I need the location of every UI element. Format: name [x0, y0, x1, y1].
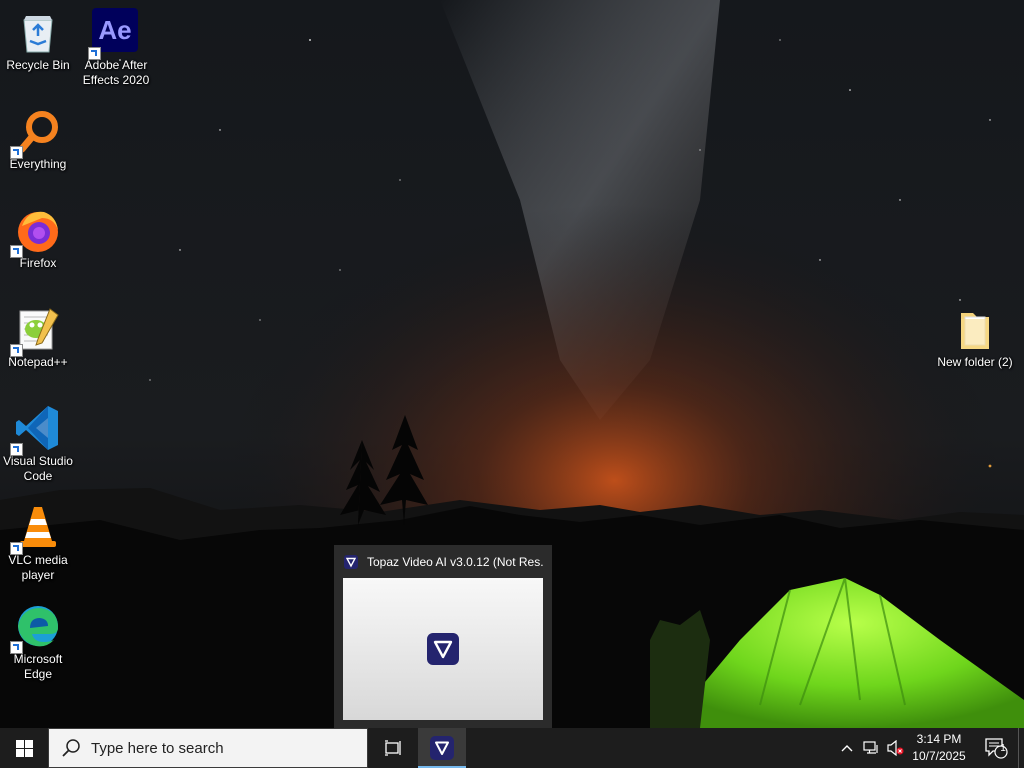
desktop-icon-new-folder[interactable]: New folder (2) [937, 299, 1013, 370]
desktop-icon-label: Visual Studio Code [3, 454, 73, 483]
notification-count-badge: 1 [1000, 743, 1006, 754]
shortcut-arrow-icon [10, 344, 23, 357]
recycle-bin-icon [14, 8, 62, 56]
volume-muted-icon [887, 740, 904, 756]
windows-logo-icon [15, 739, 33, 757]
folder-icon [951, 305, 999, 353]
desktop-icon-after-effects[interactable]: Ae Adobe After Effects 2020 [78, 2, 154, 88]
taskbar-search-box[interactable]: Type here to search [48, 728, 368, 768]
vscode-icon [10, 404, 62, 456]
desktop-icon-recycle-bin[interactable]: Recycle Bin [0, 2, 76, 73]
desktop-icon-label: VLC media player [8, 553, 68, 582]
desktop-icon-label: Recycle Bin [6, 58, 70, 72]
volume-tray-button[interactable] [884, 728, 906, 768]
desktop-icon-edge[interactable]: Microsoft Edge [0, 596, 76, 682]
desktop-icon-firefox[interactable]: Firefox [0, 200, 76, 271]
topaz-video-ai-icon [344, 555, 358, 569]
network-tray-button[interactable] [860, 728, 882, 768]
vlc-cone-icon [10, 503, 62, 555]
topaz-video-ai-icon [430, 736, 454, 760]
everything-magnifier-icon [10, 107, 62, 159]
start-button[interactable] [0, 728, 48, 768]
clock-time: 3:14 PM [916, 732, 962, 746]
taskbar: Type here to search 3:14 PM 10/7/2025 1 [0, 728, 1024, 768]
shortcut-arrow-icon [88, 47, 101, 60]
desktop-icon-label: Notepad++ [8, 355, 68, 369]
after-effects-glyph: Ae [92, 8, 138, 52]
shortcut-arrow-icon [10, 641, 23, 654]
desktop-icon-label: New folder (2) [937, 355, 1013, 369]
taskbar-clock[interactable]: 3:14 PM 10/7/2025 [906, 728, 972, 768]
show-desktop-button[interactable] [1018, 728, 1024, 768]
shortcut-arrow-icon [10, 245, 23, 258]
shortcut-arrow-icon [10, 542, 23, 555]
search-icon [62, 739, 80, 757]
desktop-icon-notepadpp[interactable]: Notepad++ [0, 299, 76, 370]
desktop-icon-label: Adobe After Effects 2020 [82, 58, 150, 87]
notepadpp-icon [10, 305, 62, 357]
search-placeholder: Type here to search [91, 739, 224, 757]
thumbnail-window-title: Topaz Video AI v3.0.12 (Not Res... [367, 555, 544, 569]
clock-date: 10/7/2025 [912, 749, 966, 763]
network-ethernet-icon [863, 741, 878, 754]
desktop-icon-label: Microsoft Edge [13, 652, 63, 681]
taskbar-app-topaz-video-ai[interactable] [418, 728, 466, 768]
shortcut-arrow-icon [10, 443, 23, 456]
desktop-icon-everything[interactable]: Everything [0, 101, 76, 172]
task-view-button[interactable] [370, 728, 416, 768]
edge-icon [10, 602, 62, 654]
desktop-icon-label: Firefox [19, 256, 57, 270]
desktop-icon-label: Everything [9, 157, 67, 171]
desktop-icon-vscode[interactable]: Visual Studio Code [0, 398, 76, 484]
task-view-icon [385, 740, 401, 756]
shortcut-arrow-icon [10, 146, 23, 159]
desktop-icon-vlc[interactable]: VLC media player [0, 497, 76, 583]
chevron-up-icon [841, 745, 853, 752]
thumbnail-window-preview[interactable] [343, 578, 543, 720]
thumbnail-title-bar[interactable]: Topaz Video AI v3.0.12 (Not Res... [344, 553, 544, 571]
topaz-video-ai-icon [427, 633, 459, 665]
after-effects-icon: Ae [88, 8, 140, 60]
show-hidden-icons-button[interactable] [836, 728, 858, 768]
firefox-icon [10, 206, 62, 258]
taskbar-thumbnail-preview[interactable]: Topaz Video AI v3.0.12 (Not Res... [334, 545, 552, 728]
action-center-button[interactable]: 1 [976, 728, 1016, 768]
